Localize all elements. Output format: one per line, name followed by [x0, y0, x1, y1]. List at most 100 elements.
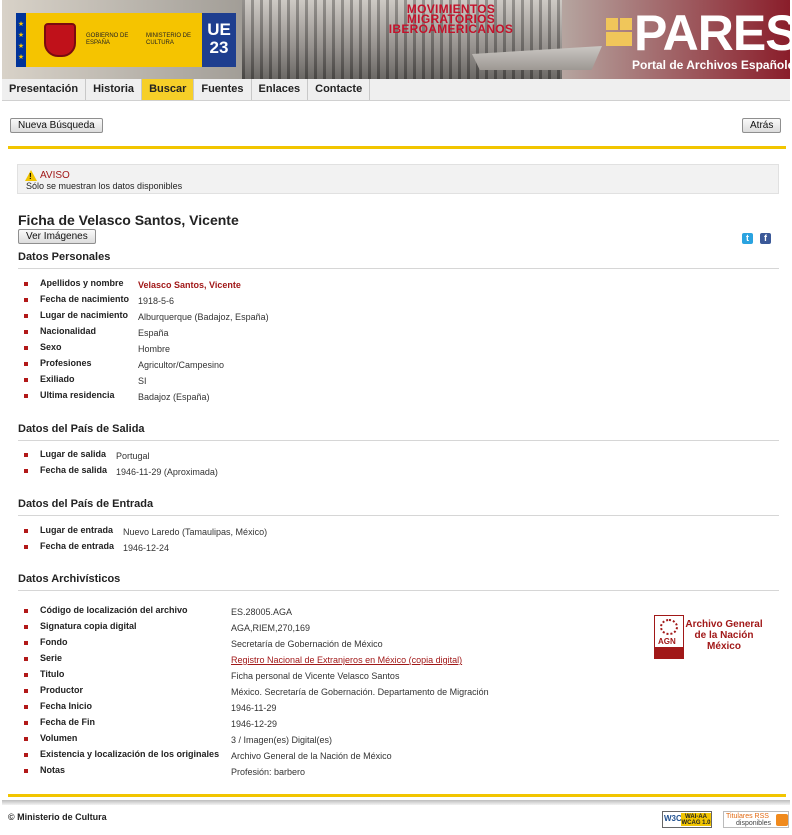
- field-label: Fecha de Fin: [40, 717, 96, 727]
- field-value: Secretaría de Gobernación de México: [231, 639, 383, 649]
- agn-abbr: AGN: [658, 637, 676, 646]
- field-label: Profesiones: [40, 358, 92, 368]
- bullet-icon: [24, 721, 28, 725]
- agn-line1: Archivo General: [685, 619, 763, 630]
- nav-fuentes[interactable]: Fuentes: [194, 79, 252, 100]
- nav-enlaces[interactable]: Enlaces: [252, 79, 309, 100]
- field-value: Hombre: [138, 344, 171, 354]
- section-divider: [18, 590, 779, 591]
- bullet-icon: [24, 298, 28, 302]
- field-label: Nacionalidad: [40, 326, 97, 336]
- section-title-archivisticos: Datos Archivísticos: [18, 573, 121, 585]
- bullet-icon: [24, 673, 28, 677]
- warning-icon: !: [25, 170, 37, 181]
- ver-imagenes-button[interactable]: Ver Imágenes: [18, 229, 96, 244]
- bullet-icon: [24, 314, 28, 318]
- bullet-icon: [24, 545, 28, 549]
- agn-emblem-base: [655, 647, 683, 659]
- section-title-entrada: Datos del País de Entrada: [18, 498, 154, 510]
- aviso-title: AVISO: [40, 170, 70, 181]
- field-label: Titulo: [40, 669, 65, 679]
- bullet-icon: [24, 769, 28, 773]
- field-value: Archivo General de la Nación de México: [231, 751, 392, 761]
- nav-buscar[interactable]: Buscar: [142, 79, 195, 100]
- bullet-icon: [24, 330, 28, 334]
- page-title: Ficha de Velasco Santos, Vicente: [18, 212, 239, 228]
- field-label: Lugar de salida: [40, 449, 107, 459]
- nav-historia[interactable]: Historia: [86, 79, 143, 100]
- pares-wordmark: PARES: [634, 5, 790, 61]
- eu-stars-icon: ★ ★ ★ ★: [17, 21, 25, 61]
- twitter-icon[interactable]: t: [742, 233, 753, 244]
- field-label: Volumen: [40, 733, 78, 743]
- field-value: ES.28005.AGA: [231, 607, 293, 617]
- field-label: Código de localización del archivo: [40, 605, 188, 615]
- pares-logo[interactable]: PARES Portal de Archivos Españoles: [600, 5, 790, 76]
- aviso-box: ! AVISO Sólo se muestran los datos dispo…: [17, 164, 779, 194]
- field-value: Profesión: barbero: [231, 767, 306, 777]
- field-value: 1946-11-29: [231, 703, 277, 713]
- bullet-icon: [24, 394, 28, 398]
- field-value: Portugal: [116, 451, 150, 461]
- facebook-icon[interactable]: f: [760, 233, 771, 244]
- field-label: Exiliado: [40, 374, 75, 384]
- rss-label: Titulares RSS: [726, 813, 769, 820]
- aviso-message: Sólo se muestran los datos disponibles: [26, 181, 183, 191]
- agn-line2: de la Nación: [694, 630, 754, 641]
- field-value: 1946-12-24: [123, 543, 170, 553]
- top-divider: [8, 146, 786, 149]
- footer-bar: [2, 800, 790, 805]
- field-value: 1946-11-29 (Aproximada): [116, 467, 218, 477]
- rss-sublabel: disponibles: [736, 820, 772, 827]
- field-value: 3 / Imagen(es) Digital(es): [231, 735, 333, 745]
- field-value: España: [138, 328, 169, 338]
- field-label: Notas: [40, 765, 66, 775]
- serie-link[interactable]: Registro Nacional de Extranjeros en Méxi…: [231, 655, 462, 665]
- bullet-icon: [24, 641, 28, 645]
- field-label: Productor: [40, 685, 84, 695]
- section-title-personales: Datos Personales: [18, 251, 111, 263]
- field-label: Fecha Inicio: [40, 701, 93, 711]
- field-label: Fondo: [40, 637, 68, 647]
- bullet-icon: [24, 362, 28, 366]
- ue23-badge: UE 23: [202, 13, 236, 67]
- pares-subtitle: Portal de Archivos Españoles: [632, 58, 790, 72]
- gobierno-logo[interactable]: ★ ★ ★ ★ GOBIERNO DE ESPAÑA MINISTERIO DE CU…: [16, 13, 236, 67]
- field-value: Nuevo Laredo (Tamaulipas, México): [123, 527, 268, 537]
- field-label: Ultima residencia: [40, 390, 115, 400]
- field-label: Existencia y localización de los origina…: [40, 749, 220, 759]
- bullet-icon: [24, 737, 28, 741]
- field-label: Fecha de salida: [40, 465, 108, 475]
- bullet-icon: [24, 753, 28, 757]
- copyright-text: © Ministerio de Cultura: [8, 812, 107, 822]
- movimientos-title: MOVIMIENTOS MIGRATORIOS IBEROAMERICANOS: [386, 3, 516, 35]
- field-value: Alburquerque (Badajoz, España): [138, 312, 269, 322]
- field-value: Agricultor/Campesino: [138, 360, 225, 370]
- w3c-icon: W3C: [664, 814, 682, 823]
- pares-square-icon: [606, 32, 632, 46]
- rss-badge[interactable]: Titulares RSS disponibles: [723, 811, 789, 828]
- back-button[interactable]: Atrás: [742, 118, 782, 133]
- field-value: Badajoz (España): [138, 392, 210, 402]
- bullet-icon: [24, 469, 28, 473]
- section-divider: [18, 440, 779, 441]
- site-header: ★ ★ ★ ★ GOBIERNO DE ESPAÑA MINISTERIO DE CU…: [2, 0, 790, 79]
- field-value: Ficha personal de Vicente Velasco Santos: [231, 671, 400, 681]
- ministry-text: MINISTERIO DE CULTURA: [146, 33, 192, 46]
- wai-aa-badge[interactable]: W3C WAI-AA WCAG 1.0: [662, 811, 712, 828]
- field-value: SI: [138, 376, 147, 386]
- agn-emblem-icon: AGN: [654, 615, 684, 659]
- field-value: AGA,RIEM,270,169: [231, 623, 311, 633]
- nav-contacte[interactable]: Contacte: [308, 79, 371, 100]
- nav-presentacion[interactable]: Presentación: [2, 79, 87, 100]
- bullet-icon: [24, 529, 28, 533]
- section-divider: [18, 268, 779, 269]
- field-label: Lugar de entrada: [40, 525, 114, 535]
- pares-square-icon: [606, 18, 618, 30]
- bottom-divider: [8, 794, 786, 797]
- pares-square-icon: [620, 18, 632, 30]
- bullet-icon: [24, 625, 28, 629]
- new-search-button[interactable]: Nueva Búsqueda: [10, 118, 103, 133]
- bullet-icon: [24, 609, 28, 613]
- agn-logo[interactable]: AGN Archivo General de la Nación México: [654, 615, 764, 659]
